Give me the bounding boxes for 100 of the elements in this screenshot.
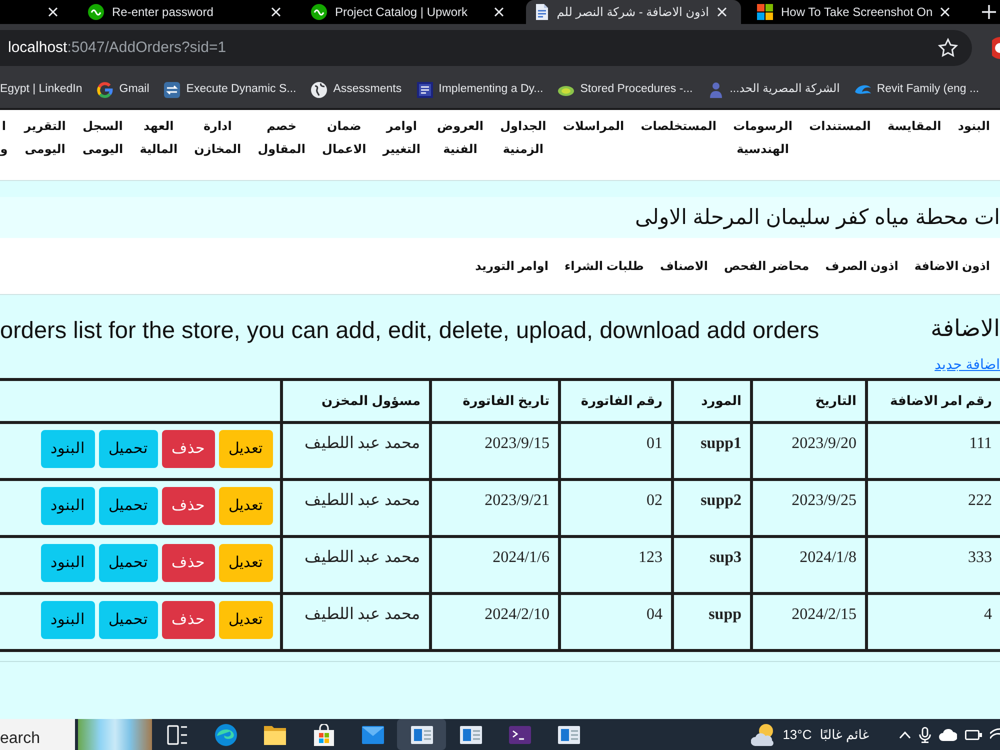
download-button[interactable]: تحميل [98,544,158,582]
table-cell: 2024/1/6 [430,536,559,594]
delete-button[interactable]: حذف [162,544,214,582]
close-icon[interactable] [717,7,727,17]
active-app-button[interactable] [397,719,446,750]
sub-menu-link[interactable]: محاضر الفحص [724,257,810,275]
weather-text: غائم غالبًا [820,726,869,744]
sub-menu-link[interactable]: اذون الاضافة [914,257,990,275]
column-header: تاريخ الفاتورة [430,380,559,422]
task-view-icon[interactable] [166,724,186,744]
bookmark-link[interactable]: Stored Procedures -... [558,81,693,99]
table-cell: supp [672,594,751,650]
arrows-icon [164,82,180,98]
table-cell: 123 [559,536,672,594]
address-bar[interactable]: localhost:5047/AddOrders?sid=1 [0,30,972,66]
browser-tab[interactable]: Re-enter password [80,0,295,24]
menu-link[interactable]: البنود [958,115,990,138]
window-icon[interactable] [410,726,432,744]
menu-link[interactable]: ضمان الاعمال [322,115,366,161]
terminal-icon[interactable] [508,726,530,744]
items-button[interactable]: البنود [40,544,94,582]
bookmark-link[interactable]: Execute Dynamic S... [164,81,296,99]
ring-icon [97,82,114,98]
browser-tab[interactable]: How To Take Screenshot On [749,0,964,24]
menu-link[interactable]: الرسومات الهندسية [733,115,792,161]
table-cell: 01 [559,422,672,480]
menu-link[interactable]: المستندات [809,115,871,138]
items-button[interactable]: البنود [40,601,94,639]
download-button[interactable]: تحميل [98,487,158,525]
browser-icon[interactable] [214,724,236,746]
project-title: ات محطة مياه كفر سليمان المرحلة الاولى [0,197,1000,238]
logo-icon [88,4,104,20]
table-cell: 111 [866,422,1000,480]
menu-link[interactable]: المقايسة [887,115,942,138]
edit-button[interactable]: تعديل [218,544,272,582]
close-icon[interactable] [48,7,58,17]
wifi-icon[interactable] [990,728,1000,742]
menu-link[interactable]: ا و [0,115,8,161]
profile-icon[interactable] [992,37,1000,59]
table-cell: محمد عبد اللطيف [281,480,430,536]
menu-link[interactable]: العروض الفنية [437,115,484,161]
window-icon[interactable] [558,726,580,744]
items-button[interactable]: البنود [40,487,94,525]
menu-link[interactable]: خصم المقاول [258,115,306,161]
menu-link[interactable]: ادارة المخازن [194,115,242,161]
edit-button[interactable]: تعديل [218,430,272,468]
bookmark-link[interactable]: Revit Family (eng ... [854,81,980,99]
download-button[interactable]: تحميل [98,601,158,639]
star-icon[interactable] [938,38,958,58]
column-header: المورد [672,380,751,422]
close-icon[interactable] [494,7,504,17]
table-cell: 4 [866,594,1000,650]
edit-button[interactable]: تعديل [218,487,272,525]
battery-icon[interactable] [965,730,982,740]
menu-link[interactable]: العهد المالية [140,115,178,161]
items-button[interactable]: البنود [40,430,94,468]
bookmark-link[interactable]: Egypt | LinkedIn [0,81,82,99]
window-icon[interactable] [460,726,482,744]
plus-icon[interactable] [982,5,996,19]
menu-link[interactable]: السجل اليومى [82,115,124,161]
menu-link[interactable]: اوامر التغيير [382,115,420,161]
new-order-link[interactable]: اضافة جديد [934,354,1000,374]
delete-button[interactable]: حذف [162,430,214,468]
edit-button[interactable]: تعديل [218,601,272,639]
table-cell: 2023/9/21 [430,480,559,536]
bookmark-link[interactable]: Gmail [97,81,150,99]
bookmark-link[interactable]: Implementing a Dy... [416,81,544,99]
table-cell: 2023/9/15 [430,422,559,480]
mail-icon[interactable] [362,726,384,744]
bookmark-link[interactable]: Assessments [311,81,402,99]
download-button[interactable]: تحميل [98,430,158,468]
delete-button[interactable]: حذف [162,601,214,639]
chevron-up-icon[interactable] [899,730,911,738]
weather-icon[interactable] [750,724,775,746]
cloud-icon[interactable] [939,728,957,740]
menu-link[interactable]: المراسلات [562,115,624,138]
table-cell: supp2 [672,480,751,536]
close-icon[interactable] [940,7,950,17]
person-icon [708,82,724,98]
menu-link[interactable]: الجداول الزمنية [500,115,546,161]
menu-link[interactable]: المستخلصات [640,115,716,138]
close-icon[interactable] [271,7,281,17]
url-text[interactable]: localhost:5047/AddOrders?sid=1 [8,36,938,60]
browser-tab[interactable]: Project Catalog | Upwork [303,0,518,24]
bookmark-link[interactable]: الشركة المصرية الحد... [708,81,840,99]
sub-menu-link[interactable]: الاصناف [660,257,708,275]
column-header: مسؤول المخزن [281,380,430,422]
search-field[interactable]: earch [0,719,75,750]
browser-tab[interactable]: اذون الاضافة - شركة النصر للم [526,0,741,24]
folder-icon[interactable] [264,724,286,744]
sub-menu-link[interactable]: اذون الصرف [825,257,898,275]
table-cell: supp1 [672,422,751,480]
sub-menu-link[interactable]: اوامر التوريد [475,257,548,275]
delete-button[interactable]: حذف [162,487,214,525]
microphone-icon[interactable] [919,726,931,742]
column-header: رقم الفاتورة [559,380,672,422]
temperature-text: 13°C [782,726,812,744]
store-icon[interactable] [314,724,334,746]
sub-menu-link[interactable]: طلبات الشراء [564,257,644,275]
menu-link[interactable]: التقرير اليومى [24,115,66,161]
